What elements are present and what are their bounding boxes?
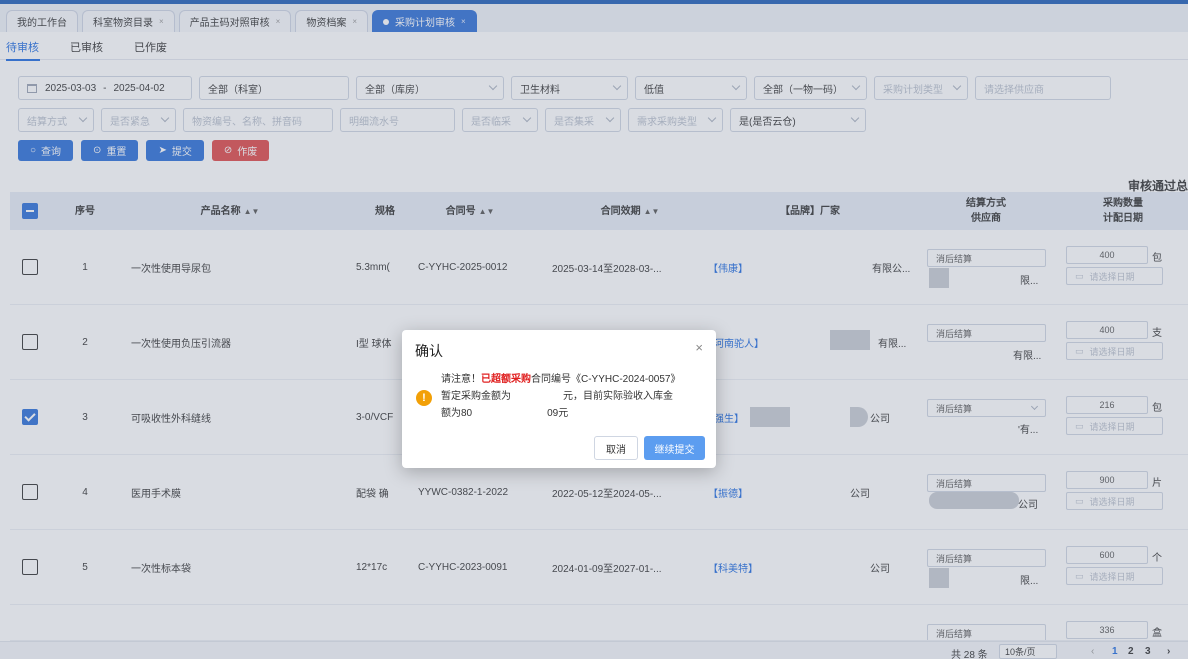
warning-icon: ! [416, 390, 432, 406]
continue-submit-button[interactable]: 继续提交 [644, 436, 705, 460]
msg-pre: 请注意！ [441, 374, 481, 385]
msg-line2-a: 暂定采购金额为 [441, 391, 511, 402]
confirm-dialog: 确认 × ! 请注意！已超额采购合同编号《C-YYHC-2024-0057》 暂… [402, 330, 716, 468]
msg-line3-b: 09元 [547, 408, 569, 419]
msg-line3-a: 额为80 [441, 408, 473, 419]
cancel-button[interactable]: 取消 [594, 436, 638, 460]
close-icon[interactable]: × [695, 340, 703, 355]
msg-line2-b: 元，目前实际验收入库金 [563, 391, 673, 402]
dialog-title: 确认 [415, 343, 443, 359]
dialog-message: 请注意！已超额采购合同编号《C-YYHC-2024-0057》 暂定采购金额为 元… [441, 371, 696, 422]
msg-highlight: 已超额采购 [481, 374, 531, 385]
msg-contract: 合同编号《C-YYHC-2024-0057》 [531, 374, 681, 385]
